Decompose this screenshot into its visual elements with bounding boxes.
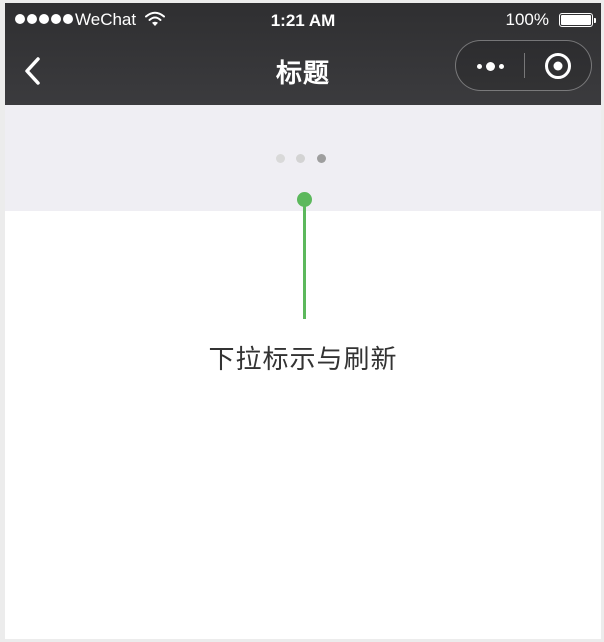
annotation-label: 下拉标示与刷新 xyxy=(208,344,398,374)
target-close-icon xyxy=(545,53,571,79)
battery-icon xyxy=(559,13,596,27)
navigation-bar: WeChat 1:21 AM 100% 标题 xyxy=(5,3,601,105)
status-bar: WeChat 1:21 AM 100% xyxy=(5,3,601,39)
loading-dot xyxy=(296,154,305,163)
close-button[interactable] xyxy=(525,41,591,90)
more-button[interactable] xyxy=(456,41,524,90)
app-frame: WeChat 1:21 AM 100% 标题 下拉标示与刷新 xyxy=(5,3,601,639)
menu-capsule xyxy=(455,40,592,91)
loading-dot xyxy=(276,154,285,163)
battery-percentage: 100% xyxy=(505,10,549,29)
annotation-line xyxy=(303,203,306,319)
loading-dot xyxy=(317,154,326,163)
